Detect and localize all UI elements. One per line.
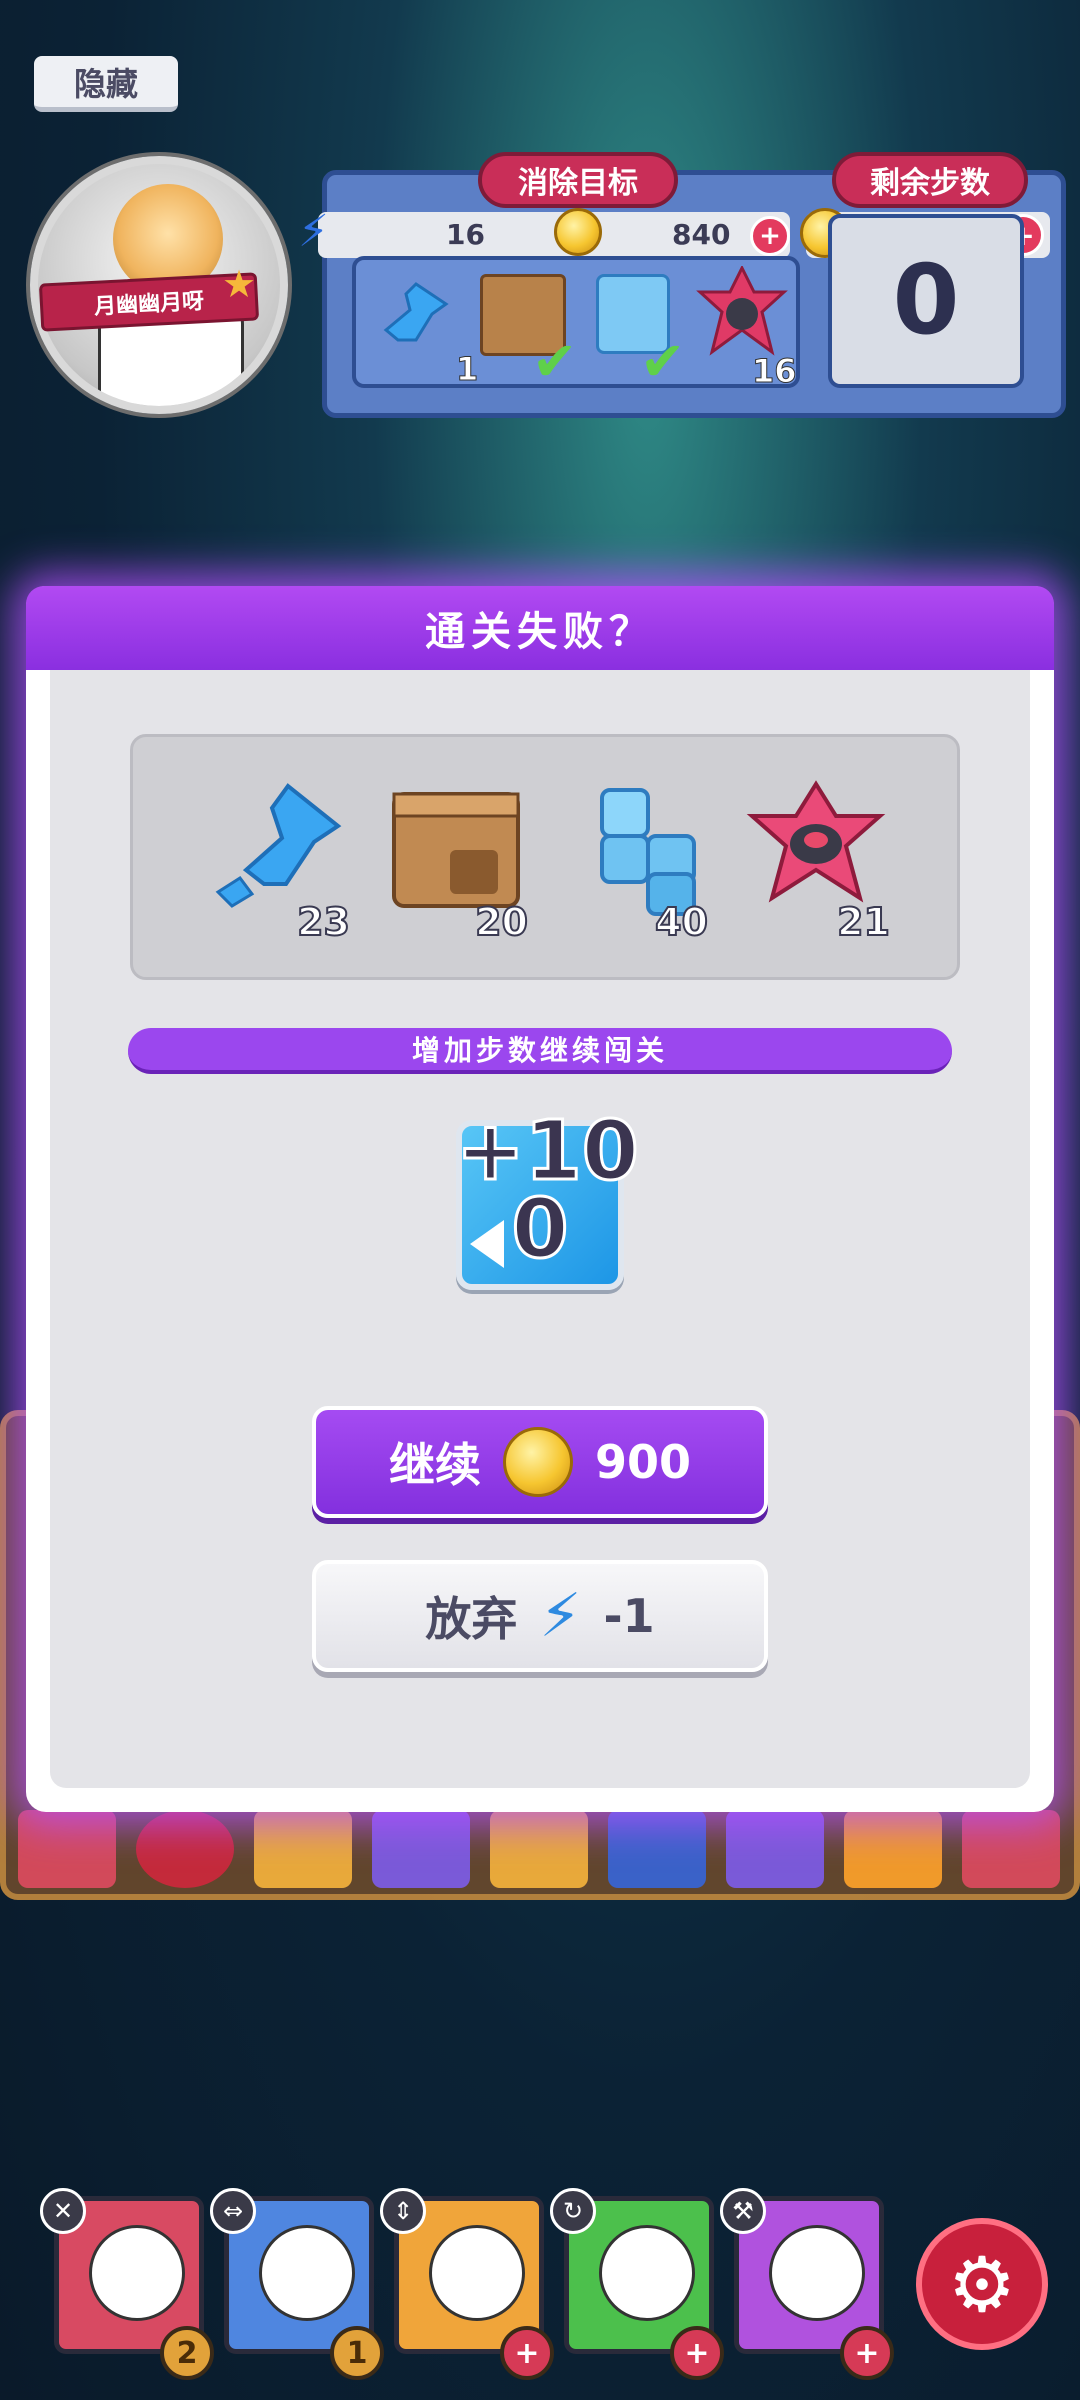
- refresh-skill-icon: ↻: [550, 2188, 596, 2234]
- goal-count: 1: [455, 350, 479, 389]
- give-up-cost: -1: [603, 1589, 655, 1643]
- arrow-left-icon: [470, 1220, 504, 1268]
- hero-portrait: [259, 2225, 355, 2321]
- board-tile: [254, 1810, 352, 1888]
- hero-add-badge[interactable]: +: [670, 2326, 724, 2380]
- board-tile: [608, 1810, 706, 1888]
- check-icon: ✔: [532, 330, 578, 393]
- steps-title: 剩余步数: [832, 152, 1028, 208]
- target-count: 21: [836, 899, 891, 945]
- board-tile: [136, 1810, 234, 1888]
- lightning-icon: ⚡: [298, 206, 329, 257]
- star-icon: ★: [222, 262, 257, 306]
- board-tile: [962, 1810, 1060, 1888]
- add-coins-icon[interactable]: +: [750, 216, 790, 256]
- coin-icon: [502, 1427, 573, 1497]
- target-count: 23: [296, 899, 351, 945]
- close-skill-icon: ✕: [40, 2188, 86, 2234]
- hero-portrait: [769, 2225, 865, 2321]
- extra-steps-value: +10: [455, 1104, 641, 1199]
- hammer-skill-icon: ⚒: [720, 2188, 766, 2234]
- continue-label: 继续: [388, 1438, 481, 1492]
- hero-add-badge[interactable]: +: [840, 2326, 894, 2380]
- lightning-icon: ⚡: [539, 1581, 582, 1651]
- hero-add-badge[interactable]: +: [500, 2326, 554, 2380]
- board-tile: [18, 1810, 116, 1888]
- hero-portrait: [429, 2225, 525, 2321]
- settings-button[interactable]: ⚙: [916, 2218, 1048, 2350]
- goal-count: 16: [752, 352, 798, 391]
- hide-button[interactable]: 隐藏: [34, 56, 178, 112]
- goal-items: 1 ✔ ✔ 16: [352, 256, 800, 393]
- dialog-title: 通关失败？: [26, 586, 1054, 670]
- board-tile: [726, 1810, 824, 1888]
- blue-arrow-icon: [376, 280, 450, 354]
- board-tile: [372, 1810, 470, 1888]
- give-up-label: 放弃: [425, 1592, 518, 1646]
- steps-remaining: 0: [892, 244, 960, 356]
- vertical-skill-icon: ⇕: [380, 2188, 426, 2234]
- pink-star-icon: [696, 264, 788, 358]
- hero-portrait: [89, 2225, 185, 2321]
- energy-value: 16: [446, 218, 485, 251]
- swap-skill-icon: ⇔: [210, 2188, 256, 2234]
- goal-coin-bar: 840 +: [554, 208, 790, 258]
- target-count: 20: [474, 899, 529, 945]
- goal-coin-value: 840: [672, 218, 731, 251]
- continue-banner: 增加步数继续闯关: [128, 1028, 952, 1074]
- continue-cost: 900: [594, 1435, 692, 1489]
- continue-button[interactable]: 继续 900: [312, 1406, 768, 1518]
- board-tile: [490, 1810, 588, 1888]
- hero-badge: 2: [160, 2326, 214, 2380]
- hero-badge: 1: [330, 2326, 384, 2380]
- give-up-button[interactable]: 放弃 ⚡ -1: [312, 1560, 768, 1672]
- coin-icon: [554, 208, 602, 256]
- check-icon: ✔: [640, 330, 686, 393]
- hero-portrait: [599, 2225, 695, 2321]
- goal-title: 消除目标: [478, 152, 678, 208]
- board-tile: [844, 1810, 942, 1888]
- energy-bar: ⚡ 16: [298, 206, 578, 258]
- target-count: 40: [654, 899, 709, 945]
- gear-icon: ⚙: [947, 2239, 1017, 2329]
